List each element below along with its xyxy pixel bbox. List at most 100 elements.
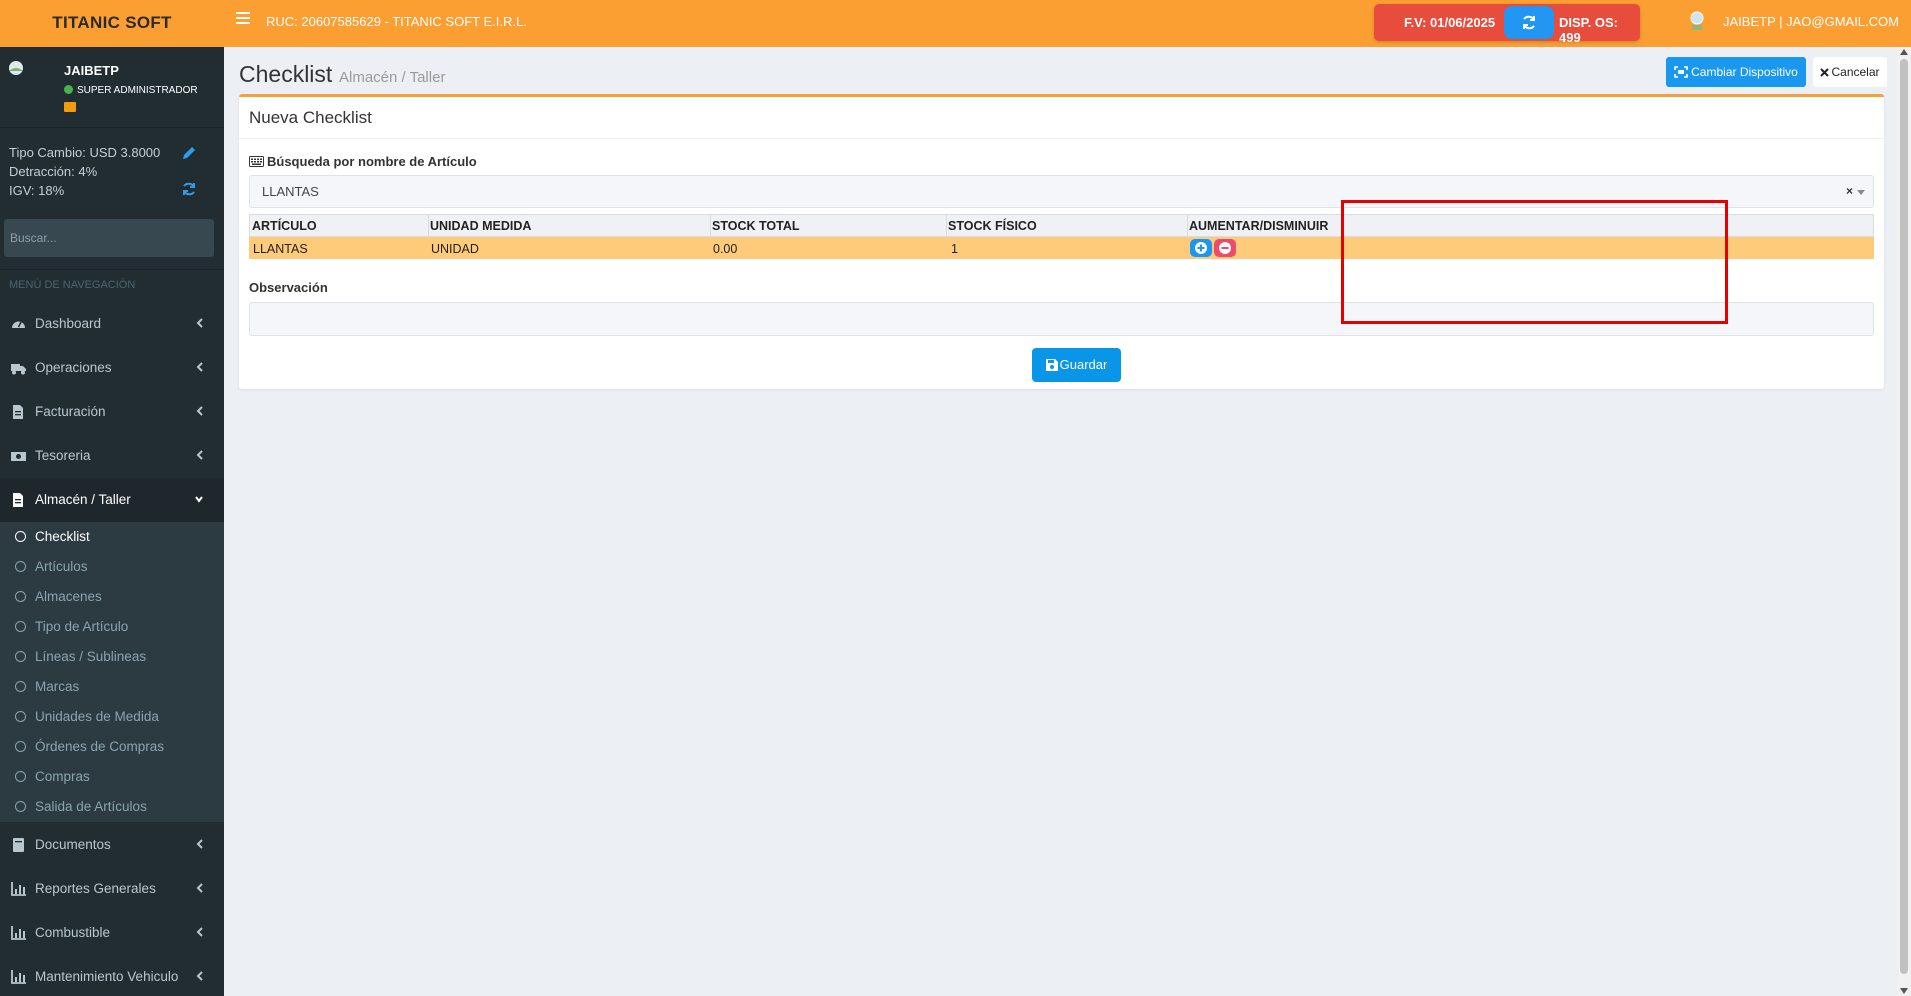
chevron-down-icon [195,496,203,503]
chevron-left-icon [196,971,203,981]
divider [239,138,1884,139]
truck-icon [11,364,26,375]
save-button[interactable]: Guardar [1032,348,1121,382]
sidebar-subitem-articulos[interactable]: Artículos [0,552,224,582]
refresh-icon[interactable] [181,181,197,197]
page-scrollbar[interactable] [1897,47,1911,996]
cancel-button[interactable]: Cancelar [1813,57,1887,87]
expiration-panel: F.V: 01/06/2025 DISP. OS: 499 [1374,4,1640,45]
user-account[interactable]: JAIBETP | JAO@GMAIL.COM [1723,14,1899,29]
cell-stock-fisico: 1 [951,242,958,256]
sidebar-subitem-marcas[interactable]: Marcas [0,672,224,702]
box-title: Nueva Checklist [249,108,372,127]
observation-label: Observación [249,280,328,295]
sidebar-subitem-checklist[interactable]: Checklist [0,522,224,552]
sidebar-item-almacen-taller[interactable]: Almacén / Taller [0,478,224,522]
chart-icon [11,926,26,940]
selected-article: LLANTAS [262,184,319,199]
circle-icon [15,621,26,632]
sidebar-subitem-almacenes[interactable]: Almacenes [0,582,224,612]
chevron-left-icon [196,406,203,416]
available-devices: DISP. OS: 499 [1559,15,1619,45]
scan-icon [1674,66,1688,78]
hamburger-menu-icon[interactable] [236,12,250,24]
chevron-left-icon [196,318,203,328]
circle-icon [15,651,26,662]
chart-icon [11,970,26,984]
plus-circle-icon [1195,242,1207,254]
submenu-almacen: Checklist Artículos Almacenes Tipo de Ar… [0,522,224,822]
cell-unidad: UNIDAD [431,242,479,256]
user-avatar-icon[interactable] [1688,10,1706,32]
col-stock-fisico: STOCK FÍSICO [948,219,1037,233]
sidebar-item-tesoreria[interactable]: Tesoreria [0,434,224,478]
page-title: Checklist [239,61,333,87]
sync-button[interactable] [1504,6,1554,39]
circle-icon [15,801,26,812]
badge-icon [64,102,76,112]
sidebar-item-mantenimiento[interactable]: Mantenimiento Vehiculo [0,955,224,996]
decrease-button[interactable] [1214,239,1236,257]
profile-role: SUPER ADMINISTRADOR [64,85,198,96]
sidebar-item-dashboard[interactable]: Dashboard [0,302,224,346]
sidebar-item-facturacion[interactable]: Facturación [0,390,224,434]
refresh-icon [1523,15,1535,30]
col-articulo: ARTÍCULO [252,219,317,233]
chevron-left-icon [196,362,203,372]
col-unidad-medida: UNIDAD MEDIDA [430,219,532,233]
save-icon [1045,359,1058,371]
detraccion-rate: Detracción: 4% [9,164,98,179]
sidebar-item-documentos[interactable]: Documentos [0,823,224,867]
chevron-left-icon [196,450,203,460]
change-device-button[interactable]: Cambiar Dispositivo [1666,57,1806,87]
sidebar-item-combustible[interactable]: Combustible [0,911,224,955]
col-aumentar-disminuir: AUMENTAR/DISMINUIR [1189,219,1329,233]
column-divider [946,215,947,238]
nav-header: MENÚ DE NAVEGACIÓN [9,279,136,291]
circle-icon [15,681,26,692]
sidebar-item-operaciones[interactable]: Operaciones [0,346,224,390]
column-divider [428,215,429,238]
chevron-left-icon [196,883,203,893]
pencil-icon[interactable] [181,145,197,161]
divider [0,269,224,270]
scroll-down-icon[interactable] [1900,988,1908,994]
sidebar-subitem-compras[interactable]: Compras [0,762,224,792]
breadcrumb: Almacén / Taller [339,69,446,86]
sidebar-subitem-unidades[interactable]: Unidades de Medida [0,702,224,732]
igv-rate: IGV: 18% [9,183,65,198]
sidebar-search-input[interactable]: Buscar... [4,219,214,257]
top-navbar: TITANIC SOFT RUC: 20607585629 - TITANIC … [0,0,1911,47]
circle-icon [15,531,26,542]
column-divider [710,215,711,238]
chevron-left-icon [196,839,203,849]
sidebar-subitem-tipo-articulo[interactable]: Tipo de Artículo [0,612,224,642]
col-stock-total: STOCK TOTAL [712,219,800,233]
sidebar-subitem-ordenes[interactable]: Órdenes de Compras [0,732,224,762]
online-status-icon [64,85,73,94]
circle-icon [15,561,26,572]
circle-icon [15,591,26,602]
expiration-date: F.V: 01/06/2025 [1404,15,1496,30]
exchange-info: Tipo Cambio: USD 3.8000 Detracción: 4% I… [9,143,160,200]
cell-articulo: LLANTAS [253,242,308,256]
column-divider [1187,215,1188,238]
minus-circle-icon [1219,242,1231,254]
dropdown-arrow-icon[interactable] [1857,190,1865,195]
clear-selection-icon[interactable]: × [1846,184,1853,198]
scroll-thumb[interactable] [1900,59,1908,974]
sidebar: JAIBETP SUPER ADMINISTRADOR Tipo Cambio:… [0,47,224,996]
app-logo[interactable]: TITANIC SOFT [0,0,224,47]
sidebar-item-reportes[interactable]: Reportes Generales [0,867,224,911]
dashboard-icon [12,321,25,328]
annotation-highlight-box [1341,200,1728,324]
increase-button[interactable] [1190,239,1212,257]
keyboard-icon [249,156,264,167]
scroll-up-icon[interactable] [1900,49,1908,55]
circle-icon [15,711,26,722]
profile-avatar-icon [9,61,23,75]
sidebar-subitem-lineas[interactable]: Líneas / Sublineas [0,642,224,672]
close-icon [1820,68,1830,77]
search-label: Búsqueda por nombre de Artículo [249,154,477,169]
sidebar-subitem-salida[interactable]: Salida de Artículos [0,792,224,822]
